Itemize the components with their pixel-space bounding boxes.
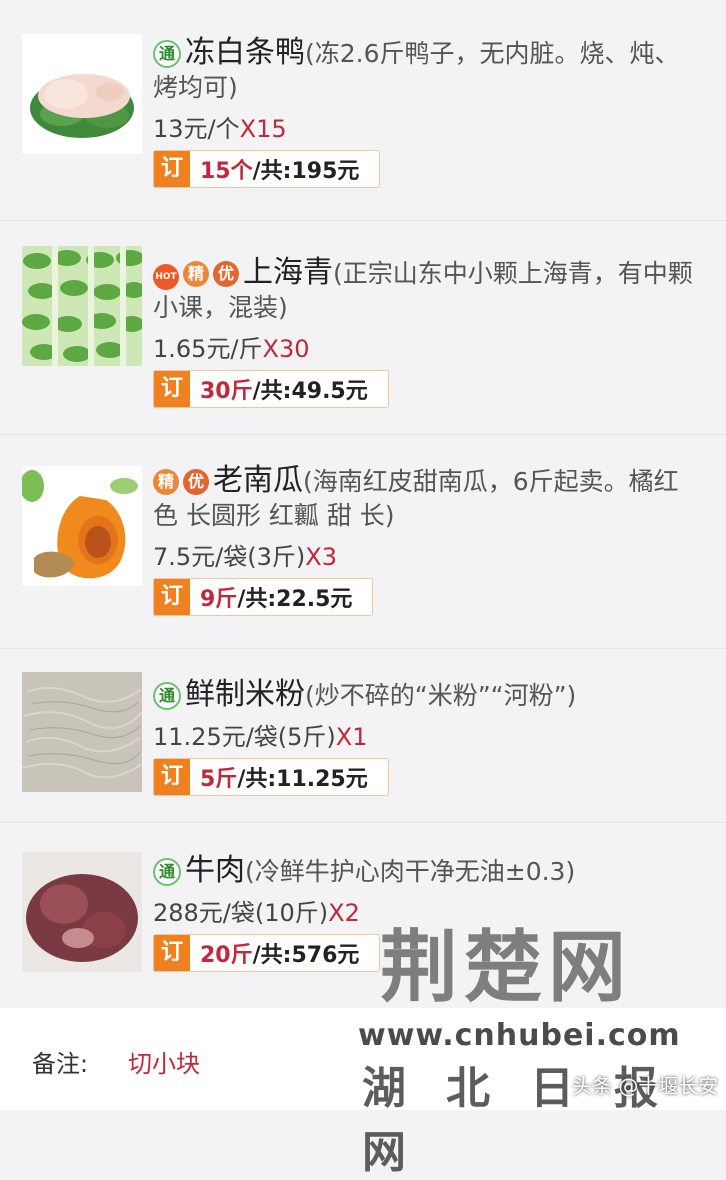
order-summary-button[interactable]: 订 30斤/共:49.5元 <box>153 370 389 408</box>
quantity-multiplier: X3 <box>305 543 337 571</box>
product-title: 通鲜制米粉(炒不碎的“米粉”“河粉”) <box>153 678 696 713</box>
order-total-text: /共:576元 <box>252 943 360 968</box>
order-total-text: /共:22.5元 <box>237 587 353 612</box>
order-qty: 20斤 <box>200 943 253 968</box>
you-badge-icon: 优 <box>213 261 239 287</box>
you-badge-icon: 优 <box>183 469 209 495</box>
product-image-beef[interactable] <box>22 852 142 972</box>
product-title: 精优老南瓜(海南红皮甜南瓜，6斤起卖。橘红色 长圆形 红瓤 甜 长) <box>153 464 696 533</box>
order-icon: 订 <box>154 759 190 795</box>
order-icon: 订 <box>154 151 190 187</box>
jing-badge-icon: 精 <box>183 261 209 287</box>
tong-badge-icon: 通 <box>153 682 181 710</box>
product-image-pumpkin[interactable] <box>22 466 142 586</box>
quantity-multiplier: X1 <box>335 723 368 751</box>
product-name: 老南瓜 <box>213 463 303 498</box>
watermark-byline: 头条 @十堰长安 <box>572 1074 719 1098</box>
order-summary-button[interactable]: 订 15个/共:195元 <box>153 150 381 188</box>
order-summary-button[interactable]: 订 9斤/共:22.5元 <box>153 578 374 616</box>
watermark-url: www.cnhubei.com <box>358 1018 681 1053</box>
order-total-text: /共:195元 <box>252 159 360 184</box>
product-desc: (炒不碎的“米粉”“河粉”) <box>305 681 577 710</box>
price-text: 1.65元/斤 <box>153 335 263 363</box>
note-value[interactable]: 切小块 <box>128 1044 200 1079</box>
unit-price: 1.65元/斤X30 <box>153 329 696 364</box>
order-icon: 订 <box>154 935 190 971</box>
order-qty: 30斤 <box>200 379 253 404</box>
list-item[interactable]: HOT 精优上海青(正宗山东中小颗上海青，有中颗小课，混装) 1.65元/斤X30… <box>0 222 726 435</box>
order-total: 5斤/共:11.25元 <box>190 761 388 793</box>
order-qty: 15个 <box>200 159 253 184</box>
product-image-frozen-duck[interactable] <box>22 34 142 154</box>
product-name: 鲜制米粉 <box>185 677 305 712</box>
price-text: 7.5元/袋(3斤) <box>153 543 306 571</box>
list-item[interactable]: 精优老南瓜(海南红皮甜南瓜，6斤起卖。橘红色 长圆形 红瓤 甜 长) 7.5元/… <box>0 436 726 649</box>
quantity-multiplier: X2 <box>328 899 360 927</box>
quantity-multiplier: X30 <box>262 335 310 363</box>
price-text: 11.25元/袋(5斤) <box>153 723 336 751</box>
tong-badge-icon: 通 <box>153 858 181 886</box>
tong-badge-icon: 通 <box>153 40 181 68</box>
product-image-rice-noodles[interactable] <box>22 672 142 792</box>
product-title: 通牛肉(冷鲜牛护心肉干净无油±0.3) <box>153 854 696 889</box>
order-total-text: /共:11.25元 <box>237 767 368 792</box>
order-summary-button[interactable]: 订 20斤/共:576元 <box>153 934 381 972</box>
product-desc: (冷鲜牛护心肉干净无油±0.3) <box>245 857 576 886</box>
order-icon: 订 <box>154 579 190 615</box>
order-summary-button[interactable]: 订 5斤/共:11.25元 <box>153 758 389 796</box>
unit-price: 7.5元/袋(3斤)X3 <box>153 537 696 572</box>
quantity-multiplier: X15 <box>239 115 287 143</box>
product-name: 冻白条鸭 <box>185 35 305 70</box>
order-qty: 9斤 <box>200 587 238 612</box>
order-qty: 5斤 <box>200 767 238 792</box>
jing-badge-icon: 精 <box>153 469 179 495</box>
product-name: 牛肉 <box>185 853 245 888</box>
product-title: 通冻白条鸭(冻2.6斤鸭子，无内脏。烧、炖、烤均可) <box>153 36 696 105</box>
list-item[interactable]: 通鲜制米粉(炒不碎的“米粉”“河粉”) 11.25元/袋(5斤)X1 订 5斤/… <box>0 650 726 823</box>
product-image-bok-choy[interactable] <box>22 246 142 366</box>
product-name: 上海青 <box>243 255 333 290</box>
price-text: 288元/袋(10斤) <box>153 899 329 927</box>
price-text: 13元/个 <box>153 115 240 143</box>
order-icon: 订 <box>154 371 190 407</box>
order-total: 15个/共:195元 <box>190 153 379 185</box>
order-total: 9斤/共:22.5元 <box>190 581 372 613</box>
product-title: HOT 精优上海青(正宗山东中小颗上海青，有中颗小课，混装) <box>153 256 696 325</box>
unit-price: 11.25元/袋(5斤)X1 <box>153 717 696 752</box>
unit-price: 13元/个X15 <box>153 109 696 144</box>
order-total: 30斤/共:49.5元 <box>190 373 388 405</box>
list-item[interactable]: 通冻白条鸭(冻2.6斤鸭子，无内脏。烧、炖、烤均可) 13元/个X15 订 15… <box>0 16 726 221</box>
order-total: 20斤/共:576元 <box>190 937 379 969</box>
hot-badge-icon: HOT <box>153 264 179 290</box>
watermark-logo: 荆楚网 <box>380 922 633 1013</box>
note-label: 备注: <box>32 1050 89 1078</box>
order-total-text: /共:49.5元 <box>252 379 368 404</box>
